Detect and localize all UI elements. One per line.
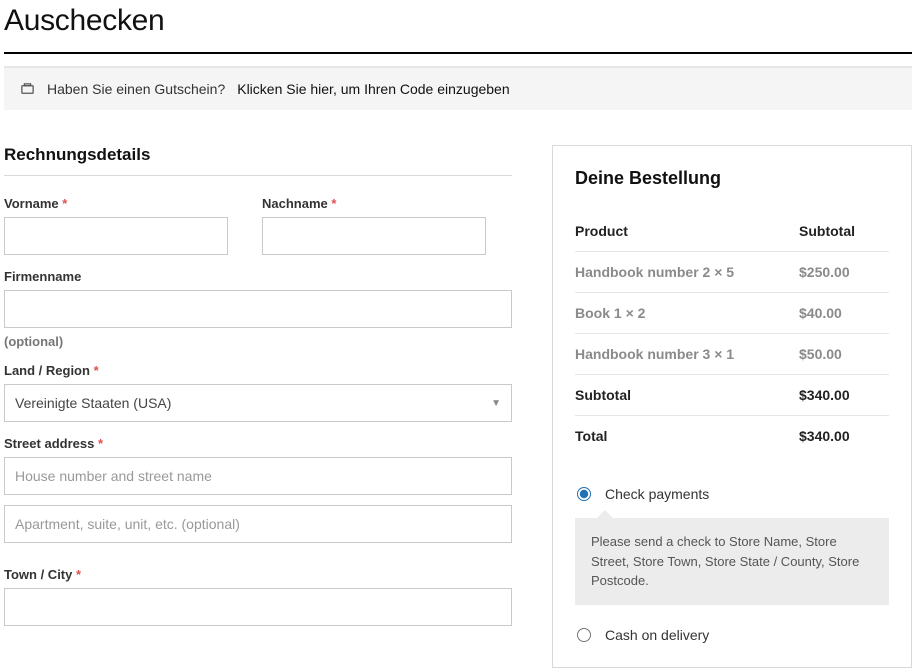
coupon-notice: Haben Sie einen Gutschein? Klicken Sie h… bbox=[4, 66, 912, 110]
last-name-input[interactable] bbox=[262, 217, 486, 255]
last-name-label-text: Nachname bbox=[262, 196, 328, 211]
chevron-down-icon: ▼ bbox=[491, 398, 501, 409]
first-name-input[interactable] bbox=[4, 217, 228, 255]
order-total-value: $340.00 bbox=[799, 416, 889, 457]
company-input[interactable] bbox=[4, 290, 512, 328]
order-item-name: Handbook number 3 × 1 bbox=[575, 334, 799, 375]
order-heading: Deine Bestellung bbox=[575, 168, 889, 189]
street-address-2-input[interactable] bbox=[4, 505, 512, 543]
street-address-1-input[interactable] bbox=[4, 457, 512, 495]
company-label: Firmenname bbox=[4, 269, 512, 284]
required-mark: * bbox=[331, 196, 336, 211]
title-divider bbox=[4, 52, 912, 54]
order-summary-panel: Deine Bestellung Product Subtotal Handbo… bbox=[552, 145, 912, 668]
order-item-price: $40.00 bbox=[799, 293, 889, 334]
order-item-price: $250.00 bbox=[799, 252, 889, 293]
payment-methods: Check payments Please send a check to St… bbox=[575, 480, 889, 649]
first-name-label: Vorname * bbox=[4, 196, 228, 211]
order-total-label: Total bbox=[575, 416, 799, 457]
coupon-prompt: Haben Sie einen Gutschein? bbox=[47, 81, 225, 97]
city-label: Town / City * bbox=[4, 567, 512, 582]
page-title: Auschecken bbox=[4, 4, 912, 38]
country-select[interactable]: Vereinigte Staaten (USA) ▼ bbox=[4, 384, 512, 422]
order-item-name: Handbook number 2 × 5 bbox=[575, 252, 799, 293]
required-mark: * bbox=[62, 196, 67, 211]
street-label: Street address * bbox=[4, 436, 512, 451]
order-item-name: Book 1 × 2 bbox=[575, 293, 799, 334]
order-item-price: $50.00 bbox=[799, 334, 889, 375]
street-label-text: Street address bbox=[4, 436, 94, 451]
order-col-product: Product bbox=[575, 211, 799, 252]
order-item-row: Handbook number 3 × 1$50.00 bbox=[575, 334, 889, 375]
billing-divider bbox=[4, 175, 512, 176]
payment-check-radio[interactable] bbox=[577, 487, 591, 501]
payment-cod-radio[interactable] bbox=[577, 628, 591, 642]
order-item-row: Handbook number 2 × 5$250.00 bbox=[575, 252, 889, 293]
last-name-label: Nachname * bbox=[262, 196, 486, 211]
required-mark: * bbox=[98, 436, 103, 451]
billing-heading: Rechnungsdetails bbox=[4, 145, 512, 165]
company-optional-note: (optional) bbox=[4, 334, 512, 349]
order-subtotal-value: $340.00 bbox=[799, 375, 889, 416]
order-table: Product Subtotal Handbook number 2 × 5$2… bbox=[575, 211, 889, 456]
first-name-label-text: Vorname bbox=[4, 196, 59, 211]
country-label: Land / Region * bbox=[4, 363, 512, 378]
city-label-text: Town / City bbox=[4, 567, 72, 582]
city-input[interactable] bbox=[4, 588, 512, 626]
order-item-row: Book 1 × 2$40.00 bbox=[575, 293, 889, 334]
payment-check-description: Please send a check to Store Name, Store… bbox=[575, 518, 889, 605]
country-select-value: Vereinigte Staaten (USA) bbox=[15, 395, 171, 411]
coupon-icon bbox=[20, 82, 35, 97]
payment-cod-option[interactable]: Cash on delivery bbox=[575, 621, 889, 649]
payment-cod-label: Cash on delivery bbox=[605, 627, 709, 643]
coupon-reveal-link[interactable]: Klicken Sie hier, um Ihren Code einzugeb… bbox=[237, 81, 509, 97]
payment-check-option[interactable]: Check payments bbox=[575, 480, 889, 508]
country-label-text: Land / Region bbox=[4, 363, 90, 378]
required-mark: * bbox=[94, 363, 99, 378]
order-col-subtotal: Subtotal bbox=[799, 211, 889, 252]
order-subtotal-label: Subtotal bbox=[575, 375, 799, 416]
required-mark: * bbox=[76, 567, 81, 582]
payment-check-label: Check payments bbox=[605, 486, 709, 502]
